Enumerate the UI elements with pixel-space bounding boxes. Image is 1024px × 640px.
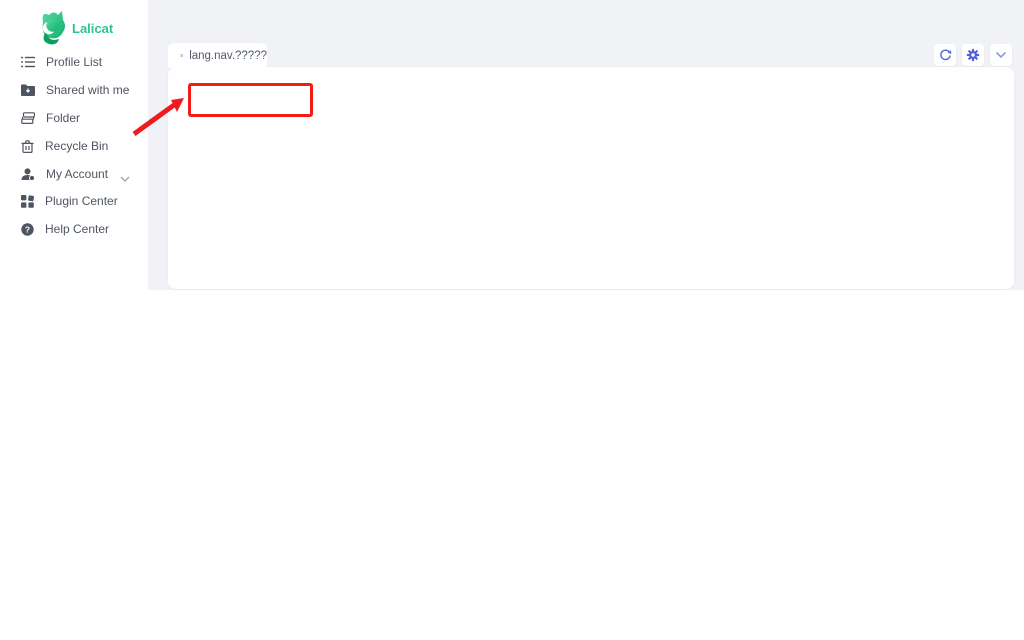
- shared-folder-icon: [21, 84, 35, 96]
- question-icon: ?: [21, 222, 34, 236]
- brand-logo: Lalicat: [34, 8, 144, 48]
- gear-icon: [966, 48, 980, 62]
- sidebar-item-label: Profile List: [46, 55, 103, 69]
- sidebar-item-label: Help Center: [45, 222, 110, 236]
- app-window: Lalicat Profile List Shared with me Fold…: [0, 0, 1024, 640]
- sidebar-item-profile-list[interactable]: Profile List: [0, 49, 148, 75]
- sidebar-item-label: Folder: [46, 111, 81, 125]
- sidebar-item-my-account[interactable]: My Account: [0, 161, 148, 187]
- chevron-down-icon: [120, 169, 130, 187]
- settings-button[interactable]: [962, 44, 984, 66]
- svg-text:?: ?: [25, 224, 30, 234]
- sidebar-item-help-center[interactable]: ? Help Center: [0, 216, 148, 242]
- lalicat-cat-icon: [42, 11, 65, 45]
- brand-name: Lalicat: [72, 20, 114, 36]
- sidebar-item-folder[interactable]: Folder: [0, 105, 148, 131]
- collapse-button[interactable]: [990, 44, 1012, 66]
- sidebar-item-label: Plugin Center: [45, 194, 118, 208]
- main-panel: [168, 67, 1014, 289]
- sidebar-item-label: Recycle Bin: [45, 139, 109, 153]
- folders-icon: [21, 111, 35, 124]
- sidebar-item-shared-with-me[interactable]: Shared with me: [0, 77, 148, 103]
- sidebar: Lalicat Profile List Shared with me Fold…: [0, 0, 148, 640]
- list-icon: [180, 54, 184, 57]
- list-icon: [21, 56, 35, 68]
- tab-label: lang.nav.?????: [189, 49, 267, 62]
- chevron-down-icon: [995, 51, 1007, 59]
- sidebar-item-recycle-bin[interactable]: Recycle Bin: [0, 133, 148, 159]
- trash-icon: [21, 139, 34, 153]
- refresh-button[interactable]: [934, 44, 956, 66]
- sidebar-item-label: Shared with me: [46, 83, 130, 97]
- grid-icon: [21, 194, 34, 208]
- sidebar-item-plugin-center[interactable]: Plugin Center: [0, 188, 148, 214]
- refresh-icon: [939, 48, 951, 60]
- tab-profile-list[interactable]: lang.nav.?????: [168, 43, 267, 68]
- sidebar-item-label: My Account: [46, 167, 109, 181]
- user-icon: [21, 167, 35, 181]
